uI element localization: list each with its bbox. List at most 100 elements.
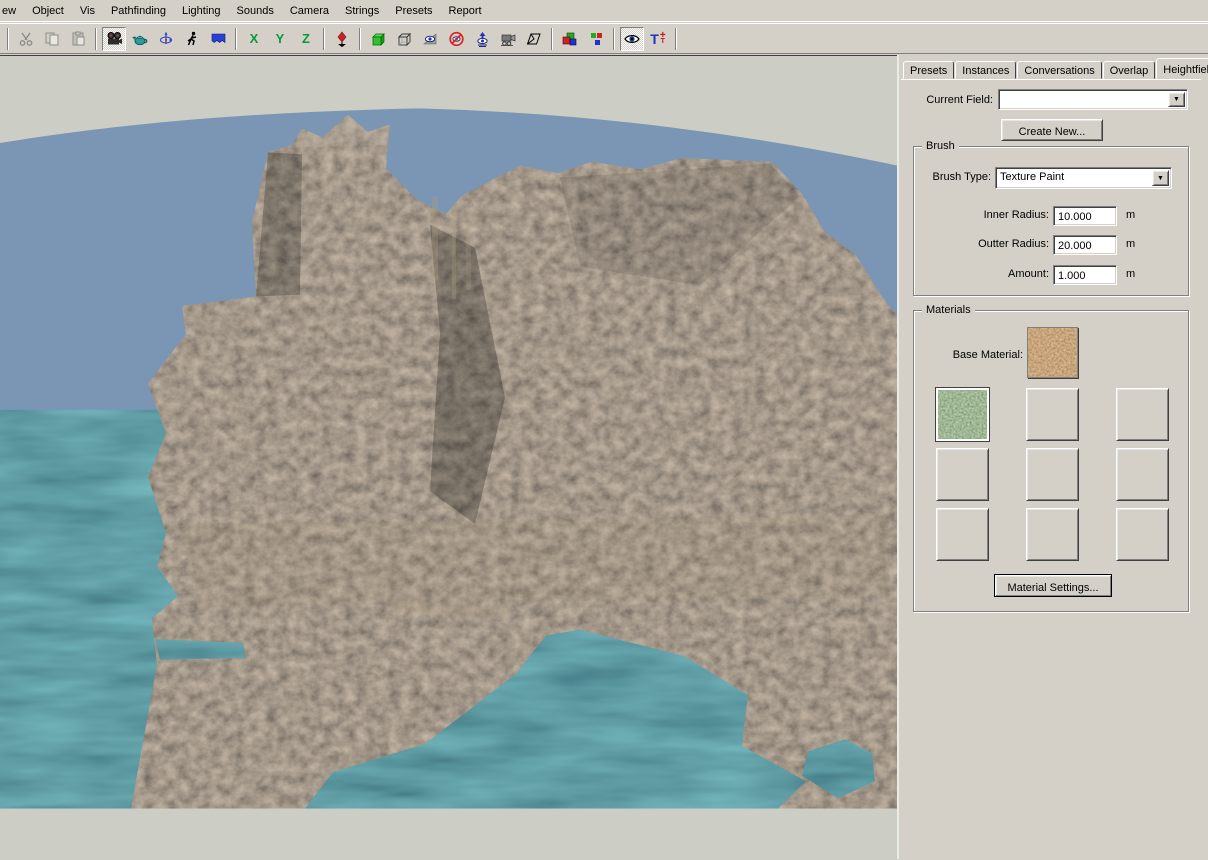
green-grass-texture [938, 390, 987, 439]
eye-toggle-button[interactable] [620, 27, 644, 51]
solid-cube-button[interactable] [366, 27, 390, 51]
tab-conversations[interactable]: Conversations [1017, 61, 1101, 79]
cut-icon [18, 31, 34, 47]
teapot-icon [132, 31, 149, 47]
create-new-button[interactable]: Create New... [1001, 119, 1103, 141]
material-slot-6[interactable] [1116, 448, 1169, 501]
brown-dirt-texture [1028, 328, 1077, 377]
current-field-label: Current Field: [907, 94, 993, 106]
menu-item-strings[interactable]: Strings [337, 3, 387, 19]
eye-icon [623, 31, 641, 47]
inner-radius-field[interactable] [1053, 206, 1117, 226]
menu-item-view[interactable]: ew [0, 3, 24, 19]
wireframe-cube-button[interactable] [392, 27, 416, 51]
menu-bar: ew Object Vis Pathfinding Lighting Sound… [0, 0, 1208, 22]
materials-group: Materials Base Material: Material Settin… [913, 310, 1189, 612]
cut-button[interactable] [14, 27, 38, 51]
material-slot-9[interactable] [1116, 508, 1169, 561]
axis-x-button[interactable]: X [242, 27, 266, 51]
paste-button[interactable] [66, 27, 90, 51]
menu-item-vis[interactable]: Vis [72, 3, 103, 19]
text-labels-button[interactable]: T + T [646, 27, 670, 51]
menu-item-camera[interactable]: Camera [282, 3, 337, 19]
color-swatches-button[interactable] [584, 27, 608, 51]
menu-item-object[interactable]: Object [24, 3, 72, 19]
copy-button[interactable] [40, 27, 64, 51]
current-field-value [999, 90, 1168, 109]
outer-radius-unit: m [1126, 238, 1135, 250]
tab-presets[interactable]: Presets [903, 61, 954, 79]
brush-type-combobox[interactable]: Texture Paint ▼ [995, 167, 1172, 189]
raise-visibility-button[interactable] [470, 27, 494, 51]
tab-page-edge [901, 79, 1201, 80]
polygon-outline-button[interactable] [522, 27, 546, 51]
toolbar-separator [359, 28, 361, 50]
menu-item-presets[interactable]: Presets [387, 3, 440, 19]
menu-item-report[interactable]: Report [441, 3, 490, 19]
movie-camera-icon [106, 31, 123, 47]
cliff-streak [466, 215, 471, 290]
base-material-swatch[interactable] [1027, 327, 1078, 378]
material-settings-button[interactable]: Material Settings... [994, 574, 1112, 597]
brush-type-value: Texture Paint [996, 168, 1152, 188]
materials-group-title: Materials [922, 304, 975, 316]
material-slot-7[interactable] [936, 508, 989, 561]
inner-radius-label: Inner Radius: [914, 209, 1049, 221]
base-material-label: Base Material: [914, 349, 1023, 361]
wireframe-cube-icon [396, 31, 413, 47]
drop-to-ground-button[interactable] [330, 27, 354, 51]
amount-label: Amount: [914, 268, 1049, 280]
cliff-streak [432, 196, 438, 280]
outer-radius-field[interactable] [1053, 235, 1117, 255]
rotate-gizmo-button[interactable] [154, 27, 178, 51]
amount-unit: m [1126, 268, 1135, 280]
chevron-down-icon[interactable]: ▼ [1168, 92, 1185, 107]
chevron-down-icon[interactable]: ▼ [1152, 170, 1169, 186]
rgb-cubes-button[interactable] [558, 27, 582, 51]
toolbar-separator [7, 28, 9, 50]
brush-group: Brush Brush Type: Texture Paint ▼ Inner … [913, 146, 1189, 296]
material-slot-2[interactable] [1026, 388, 1079, 441]
raise-visibility-icon [474, 31, 491, 47]
panel-tabs: Presets Instances Conversations Overlap … [903, 58, 1208, 79]
teapot-button[interactable] [128, 27, 152, 51]
viewport-3d[interactable] [0, 55, 897, 859]
flag-icon [210, 31, 227, 47]
material-slot-4[interactable] [936, 448, 989, 501]
walk-character-button[interactable] [180, 27, 204, 51]
menu-item-pathfinding[interactable]: Pathfinding [103, 3, 174, 19]
solid-cube-icon [370, 31, 387, 47]
cliff-streak [452, 206, 456, 300]
outer-radius-label: Outter Radius: [914, 238, 1049, 250]
material-slot-8[interactable] [1026, 508, 1079, 561]
terrain-scene [0, 56, 897, 860]
tab-instances[interactable]: Instances [955, 61, 1016, 79]
running-man-icon [184, 31, 200, 47]
camera-dolly-icon [499, 31, 517, 47]
hide-visibility-button[interactable] [444, 27, 468, 51]
camera-dolly-button[interactable] [496, 27, 520, 51]
toolbar: X Y Z [0, 23, 1208, 54]
axis-x-icon: X [250, 31, 259, 46]
terrain-ledge-highlight [180, 515, 890, 609]
camera-view-toggle[interactable] [102, 27, 126, 51]
menu-item-lighting[interactable]: Lighting [174, 3, 229, 19]
amount-field[interactable] [1053, 265, 1117, 285]
material-slot-1[interactable] [936, 388, 989, 441]
menu-item-sounds[interactable]: Sounds [229, 3, 282, 19]
heightfield-panel: Presets Instances Conversations Overlap … [897, 55, 1208, 859]
toolbar-separator [95, 28, 97, 50]
toolbar-separator [675, 28, 677, 50]
axis-z-button[interactable]: Z [294, 27, 318, 51]
axis-y-button[interactable]: Y [268, 27, 292, 51]
toolbar-separator [551, 28, 553, 50]
flag-button[interactable] [206, 27, 230, 51]
tab-heightfield[interactable]: Heightfield [1156, 58, 1208, 79]
visibility-wedge-button[interactable] [418, 27, 442, 51]
material-slot-5[interactable] [1026, 448, 1079, 501]
current-field-combobox[interactable]: ▼ [998, 89, 1188, 110]
toolbar-separator [235, 28, 237, 50]
tab-overlap[interactable]: Overlap [1103, 61, 1156, 79]
axis-z-icon: Z [302, 31, 310, 46]
material-slot-3[interactable] [1116, 388, 1169, 441]
